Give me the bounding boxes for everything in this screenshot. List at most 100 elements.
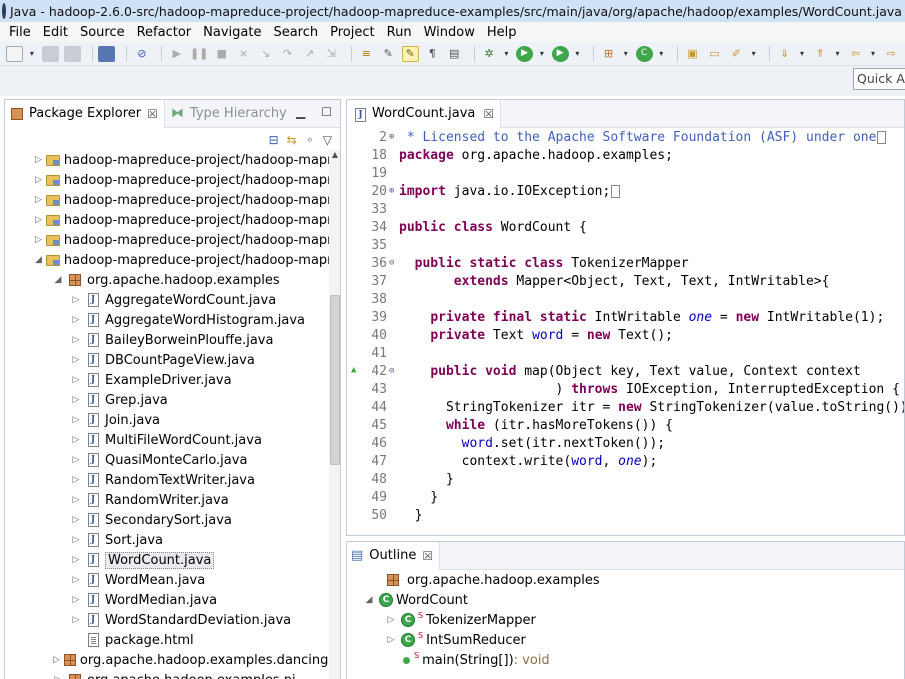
external-tools-dropdown-icon[interactable]: ▾: [574, 46, 582, 62]
expand-arrow-icon[interactable]: ▷: [35, 215, 42, 225]
expand-arrow-icon[interactable]: ▷: [71, 315, 81, 325]
java-file-item[interactable]: ▷ J QuasiMonteCarlo.java: [5, 450, 325, 470]
java-file-item[interactable]: ▷ J Sort.java: [5, 530, 325, 550]
package-item[interactable]: ▷ org.apache.hadoop.examples.dancing: [5, 650, 328, 670]
java-file-item[interactable]: ▷ J AggregateWordHistogram.java: [5, 310, 325, 330]
collapse-arrow-icon[interactable]: ◢: [35, 255, 42, 265]
fold-toggle-icon[interactable]: ⊕: [389, 132, 399, 142]
forward-icon[interactable]: ⇨: [883, 46, 900, 62]
expand-arrow-icon[interactable]: ▷: [71, 395, 81, 405]
menu-item-search[interactable]: Search: [267, 25, 324, 40]
back-dropdown-icon[interactable]: ▾: [869, 46, 877, 62]
close-icon[interactable]: ☒: [147, 107, 158, 121]
mark-occurrences-icon[interactable]: ✎: [380, 46, 397, 62]
expand-arrow-icon[interactable]: ▷: [71, 615, 81, 625]
tab-outline[interactable]: ▤ Outline ☒: [347, 542, 441, 570]
skip-breakpoints-icon[interactable]: ⊘: [133, 46, 150, 62]
new-java-package-dropdown-icon[interactable]: ▾: [622, 46, 630, 62]
java-file-item[interactable]: ▷ J WordStandardDeviation.java: [5, 610, 325, 630]
expand-arrow-icon[interactable]: ▷: [71, 355, 81, 365]
new-java-package-icon[interactable]: ⊞: [600, 46, 617, 62]
save-icon[interactable]: [41, 45, 59, 62]
expand-arrow-icon[interactable]: ▷: [385, 615, 397, 625]
expand-arrow-icon[interactable]: ▷: [71, 535, 81, 545]
new-icon[interactable]: [6, 45, 24, 62]
view-menu-icon[interactable]: ▽: [323, 133, 332, 147]
search-dropdown-icon[interactable]: ▾: [750, 46, 758, 62]
new-java-class-dropdown-icon[interactable]: ▾: [658, 46, 666, 62]
search-icon[interactable]: ✐: [728, 46, 745, 62]
collapse-arrow-icon[interactable]: ◢: [53, 275, 63, 285]
back-icon[interactable]: ⇦: [847, 46, 864, 62]
close-icon[interactable]: ☒: [422, 549, 433, 563]
minimize-icon[interactable]: ▁: [296, 105, 305, 119]
show-whitespace-icon[interactable]: ¶: [424, 46, 441, 62]
expand-arrow-icon[interactable]: ▷: [71, 415, 81, 425]
expand-arrow-icon[interactable]: ▷: [35, 195, 42, 205]
view-menu-dots-icon[interactable]: ⚬: [305, 133, 315, 147]
step-over-icon[interactable]: ↷: [279, 46, 296, 62]
project-folder-item[interactable]: ▷ hadoop-mapreduce-project/hadoop-mapre: [5, 210, 340, 230]
expand-arrow-icon[interactable]: ▷: [71, 475, 81, 485]
expand-arrow-icon[interactable]: ▷: [35, 175, 42, 185]
fold-toggle-icon[interactable]: ⊖: [389, 258, 399, 268]
java-file-item[interactable]: ▷ J MultiFileWordCount.java: [5, 430, 325, 450]
expand-arrow-icon[interactable]: ▷: [53, 675, 63, 679]
menu-item-refactor[interactable]: Refactor: [131, 25, 198, 40]
expand-arrow-icon[interactable]: ▷: [35, 235, 42, 245]
open-console-icon[interactable]: ≡: [358, 46, 375, 62]
package-item[interactable]: ▷ org.apache.hadoop.examples.pi: [5, 670, 325, 679]
expand-arrow-icon[interactable]: ▷: [71, 515, 81, 525]
java-file-item[interactable]: ▷ J AggregateWordCount.java: [5, 290, 325, 310]
terminate-icon[interactable]: ■: [213, 46, 230, 62]
java-file-item[interactable]: ▷ J RandomWriter.java: [5, 490, 325, 510]
debug-icon[interactable]: ✲: [481, 46, 498, 62]
drop-to-frame-icon[interactable]: ⇲: [323, 46, 340, 62]
maximize-icon[interactable]: ☐: [321, 105, 332, 119]
previous-annotation-dropdown-icon[interactable]: ▾: [834, 46, 842, 62]
java-file-item[interactable]: ▷ J SecondarySort.java: [5, 510, 325, 530]
java-file-item[interactable]: ▷ J WordMean.java: [5, 570, 325, 590]
html-file-item[interactable]: package.html: [5, 630, 325, 650]
menu-item-project[interactable]: Project: [324, 25, 380, 40]
tab-wordcount-java[interactable]: J WordCount.java ☒: [347, 100, 502, 128]
step-into-icon[interactable]: ↘: [257, 46, 274, 62]
menu-item-source[interactable]: Source: [74, 25, 131, 40]
print-icon[interactable]: [98, 45, 116, 62]
java-file-item[interactable]: ▷ J WordMedian.java: [5, 590, 325, 610]
open-task-icon[interactable]: ▭: [706, 46, 723, 62]
menu-item-navigate[interactable]: Navigate: [197, 25, 267, 40]
outline-nested-class-item[interactable]: ▷ C S IntSumReducer: [347, 630, 600, 650]
fold-toggle-icon[interactable]: ⊕: [389, 186, 399, 196]
project-folder-item[interactable]: ▷ hadoop-mapreduce-project/hadoop-mapre: [5, 230, 340, 250]
menu-item-run[interactable]: Run: [381, 25, 418, 40]
expand-arrow-icon[interactable]: ▷: [71, 335, 81, 345]
package-item[interactable]: ◢ org.apache.hadoop.examples: [5, 270, 325, 290]
next-annotation-dropdown-icon[interactable]: ▾: [798, 46, 806, 62]
expand-arrow-icon[interactable]: ▷: [71, 435, 81, 445]
expand-arrow-icon[interactable]: ▷: [71, 455, 81, 465]
outline-method-item[interactable]: Smain(String[]) : void: [347, 650, 600, 670]
expand-arrow-icon[interactable]: ▷: [71, 375, 81, 385]
scroll-up-icon[interactable]: ▲: [329, 150, 340, 164]
menu-item-help[interactable]: Help: [481, 25, 523, 40]
java-file-item[interactable]: ▷ J WordCount.java: [5, 550, 325, 570]
collapse-all-icon[interactable]: ⊟: [269, 133, 279, 147]
project-folder-item[interactable]: ▷ hadoop-mapreduce-project/hadoop-mapre: [5, 150, 340, 170]
expand-arrow-icon[interactable]: ▷: [385, 635, 397, 645]
outline-nested-class-item[interactable]: ▷ C S TokenizerMapper: [347, 610, 600, 630]
java-file-item[interactable]: ▷ J RandomTextWriter.java: [5, 470, 325, 490]
save-all-icon[interactable]: [63, 45, 81, 62]
new-dropdown-icon[interactable]: ▾: [28, 46, 36, 62]
debug-dropdown-icon[interactable]: ▾: [503, 46, 511, 62]
folded-block-icon[interactable]: [611, 184, 621, 198]
open-type-icon[interactable]: ▣: [684, 46, 701, 62]
project-folder-item[interactable]: ◢ hadoop-mapreduce-project/hadoop-mapre: [5, 250, 340, 270]
outline-package-item[interactable]: org.apache.hadoop.examples: [347, 570, 600, 590]
expand-arrow-icon[interactable]: ▷: [71, 555, 81, 565]
project-folder-item[interactable]: ▷ hadoop-mapreduce-project/hadoop-mapre: [5, 190, 340, 210]
expand-arrow-icon[interactable]: ▷: [71, 595, 81, 605]
expand-arrow-icon[interactable]: ▷: [71, 495, 81, 505]
java-file-item[interactable]: ▷ J ExampleDriver.java: [5, 370, 325, 390]
tab-type-hierarchy[interactable]: ⧓ Type Hierarchy: [165, 100, 293, 128]
